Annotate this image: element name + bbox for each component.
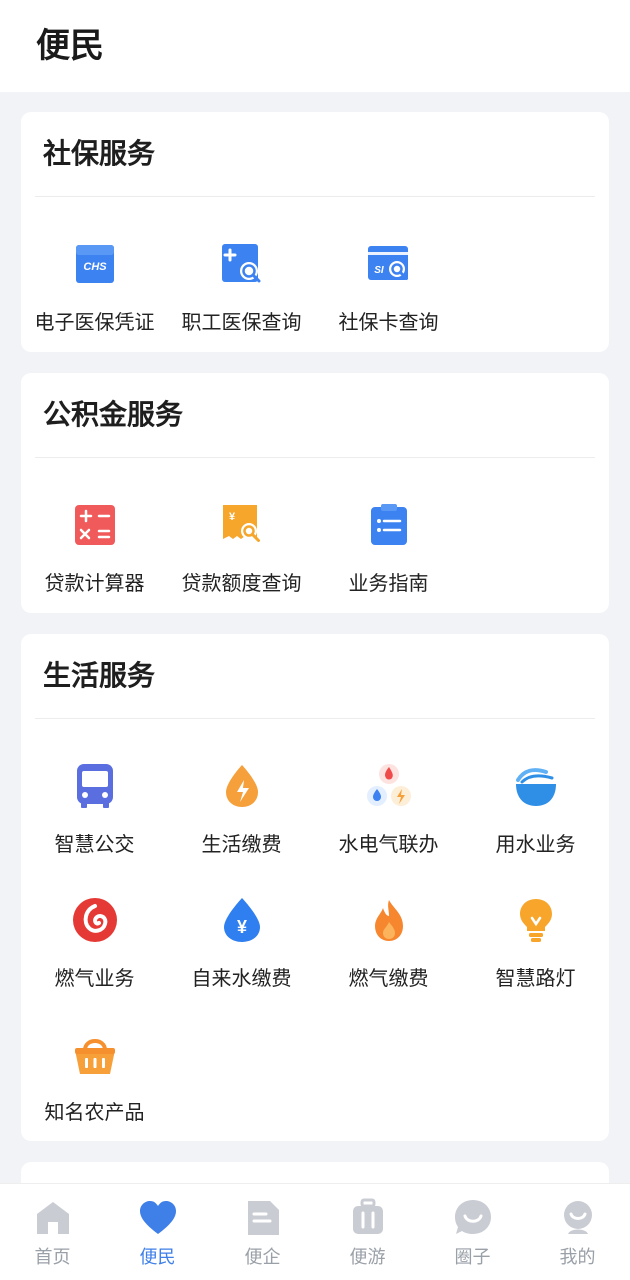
tab-convenience[interactable]: 便民 (105, 1184, 210, 1280)
service-label: 智慧公交 (54, 832, 135, 856)
section-title: 公积金服务 (43, 398, 184, 431)
tab-circle[interactable]: 圈子 (420, 1184, 525, 1280)
divider (35, 718, 595, 719)
page-title: 便民 (36, 26, 104, 66)
yuan-drop-icon: ¥ (223, 898, 260, 942)
service-smart-bus[interactable]: 智慧公交 (21, 762, 168, 872)
si-card-search-icon: SI (367, 246, 408, 280)
section-housing-fund: 公积金服务 贷款计算器 ¥ 贷款额度查询 业务指南 (21, 373, 609, 613)
tab-label: 首页 (34, 1247, 71, 1268)
service-life-payment[interactable]: 生活缴费 (168, 762, 315, 872)
svg-text:CHS: CHS (83, 261, 107, 273)
service-label: 贷款计算器 (44, 571, 145, 595)
document-icon (247, 1201, 279, 1235)
service-water-business[interactable]: 用水业务 (462, 762, 609, 872)
service-employee-medical-query[interactable]: 职工医保查询 (168, 240, 315, 350)
service-label: 燃气缴费 (348, 966, 429, 990)
service-label: 智慧路灯 (495, 966, 576, 990)
clipboard-guide-icon (370, 504, 407, 545)
service-label: 生活缴费 (201, 832, 282, 856)
service-loan-calculator[interactable]: 贷款计算器 (21, 501, 168, 611)
service-gas-payment[interactable]: 燃气缴费 (315, 896, 462, 1006)
chat-smile-icon (454, 1200, 491, 1234)
service-famous-agri-products[interactable]: 知名农产品 (21, 1030, 168, 1140)
section-title: 生活服务 (43, 659, 156, 692)
service-electronic-medical-card[interactable]: CHS 电子医保凭证 (21, 240, 168, 350)
service-label: 用水业务 (495, 832, 576, 856)
service-gas-business[interactable]: 燃气业务 (21, 896, 168, 1006)
svg-text:SI: SI (374, 265, 384, 276)
home-icon (36, 1202, 69, 1234)
receipt-search-icon: ¥ (222, 505, 260, 542)
tab-mine[interactable]: 我的 (525, 1184, 630, 1280)
svg-text:¥: ¥ (236, 917, 246, 937)
service-label: 社保卡查询 (338, 310, 439, 334)
tab-home[interactable]: 首页 (0, 1184, 105, 1280)
service-smart-streetlight[interactable]: 智慧路灯 (462, 896, 609, 1006)
tab-travel[interactable]: 便游 (315, 1184, 420, 1280)
tab-label: 圈子 (454, 1247, 491, 1268)
service-label: 知名农产品 (44, 1100, 145, 1124)
top-bar: 便民 (0, 0, 630, 92)
service-label: 职工医保查询 (181, 310, 302, 334)
service-label: 电子医保凭证 (34, 310, 155, 334)
calculator-icon (74, 505, 115, 545)
tab-label: 便企 (244, 1247, 281, 1268)
chs-card-icon: CHS (75, 245, 114, 283)
service-loan-limit-query[interactable]: ¥ 贷款额度查询 (168, 501, 315, 611)
profile-icon (563, 1201, 592, 1234)
divider (35, 457, 595, 458)
service-utilities-combined[interactable]: 水电气联办 (315, 762, 462, 872)
tab-enterprise[interactable]: 便企 (210, 1184, 315, 1280)
flame-icon (374, 900, 403, 941)
basket-icon (74, 1039, 115, 1074)
service-label: 自来水缴费 (191, 966, 292, 990)
divider (35, 196, 595, 197)
service-label: 水电气联办 (338, 832, 439, 856)
service-business-guide[interactable]: 业务指南 (315, 501, 462, 611)
bulb-icon (519, 899, 552, 942)
utilities-combo-icon (366, 764, 411, 806)
gas-swirl-icon (72, 898, 117, 942)
medical-search-icon (221, 244, 260, 283)
tab-label: 便民 (139, 1247, 176, 1268)
bottom-tab-bar: 首页 便民 便企 便游 圈子 我的 (0, 1183, 630, 1280)
luggage-icon (352, 1198, 383, 1234)
section-social-security: 社保服务 CHS 电子医保凭证 职工医保查询 SI 社保卡查询 (21, 112, 609, 352)
water-bowl-icon (515, 768, 556, 806)
service-label: 燃气业务 (54, 966, 135, 990)
service-label: 贷款额度查询 (181, 571, 302, 595)
section-title: 社保服务 (43, 137, 156, 170)
tab-label: 我的 (559, 1247, 596, 1268)
heart-icon (139, 1201, 176, 1234)
service-tap-water-payment[interactable]: ¥ 自来水缴费 (168, 896, 315, 1006)
svg-text:¥: ¥ (228, 511, 235, 523)
bus-icon (76, 764, 113, 808)
service-label: 业务指南 (348, 571, 429, 595)
section-life-services: 生活服务 智慧公交 生活缴费 水电气联办 用水业务 燃气业务 ¥ 自来水缴费 燃… (21, 634, 609, 1141)
service-social-card-query[interactable]: SI 社保卡查询 (315, 240, 462, 350)
lightning-drop-icon (225, 765, 258, 807)
tab-label: 便游 (349, 1247, 386, 1268)
